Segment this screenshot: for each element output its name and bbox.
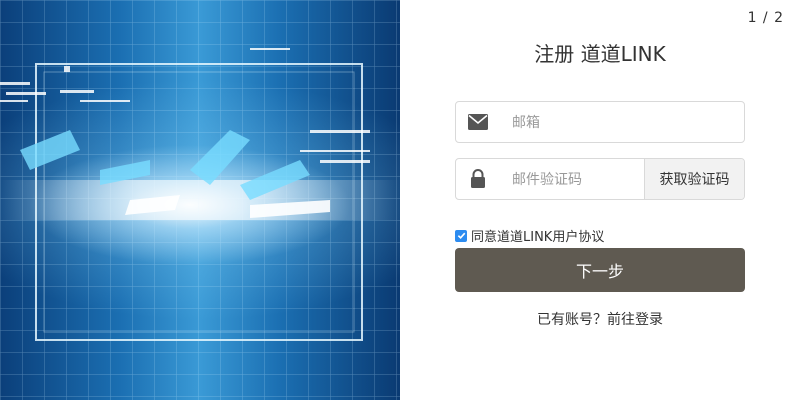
page-counter: 1 / 2 xyxy=(747,10,784,26)
checkmark-icon xyxy=(457,232,465,240)
verification-code-input[interactable]: 邮件验证码 xyxy=(500,159,644,199)
lock-icon xyxy=(456,159,500,199)
email-input[interactable]: 邮箱 xyxy=(500,102,744,142)
page-title: 注册 道道LINK xyxy=(534,42,666,66)
get-code-button[interactable]: 获取验证码 xyxy=(644,159,744,199)
agreement-checkbox[interactable] xyxy=(455,229,467,242)
verification-code-field[interactable]: 邮件验证码 获取验证码 xyxy=(455,158,745,200)
tech-grid-graphic xyxy=(0,0,400,400)
next-step-button[interactable]: 下一步 xyxy=(455,248,745,292)
email-field[interactable]: 邮箱 xyxy=(455,101,745,143)
agreement-row[interactable]: 同意道道LINK用户协议 xyxy=(455,226,604,245)
hero-image xyxy=(0,0,400,400)
envelope-icon xyxy=(456,102,500,142)
agreement-label[interactable]: 同意道道LINK用户协议 xyxy=(471,226,604,245)
login-link[interactable]: 已有账号？前往登录 xyxy=(400,309,800,329)
